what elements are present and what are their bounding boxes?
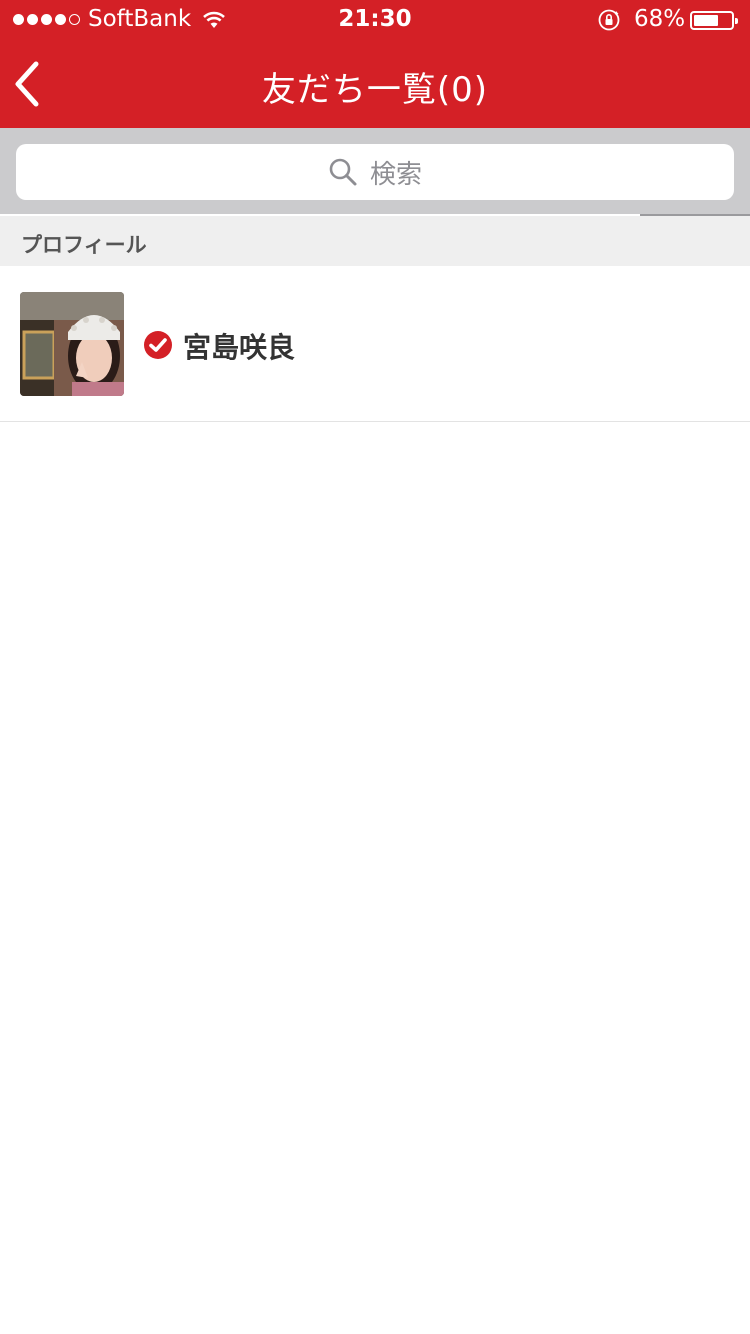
search-placeholder: 検索 (369, 159, 422, 190)
search-bar: 検索 (0, 128, 750, 214)
battery-icon (690, 11, 738, 30)
status-bar: SoftBank 21:30 68% (0, 0, 750, 40)
search-input[interactable]: 検索 (16, 144, 734, 200)
verified-check-icon (144, 331, 172, 359)
section-header: プロフィール (0, 216, 750, 266)
battery-percent: 68% (634, 6, 686, 32)
section-label: プロフィール (21, 233, 147, 257)
profile-name: 宮島咲良 (183, 331, 296, 364)
top-bar: SoftBank 21:30 68% 友だち一覧(0) (0, 0, 750, 128)
avatar (20, 292, 124, 396)
page-title: 友だち一覧(0) (261, 70, 489, 110)
list-item[interactable]: 宮島咲良 (0, 266, 750, 422)
search-icon (329, 158, 357, 186)
profile-photo (20, 292, 124, 396)
rotation-lock-icon (597, 8, 621, 38)
